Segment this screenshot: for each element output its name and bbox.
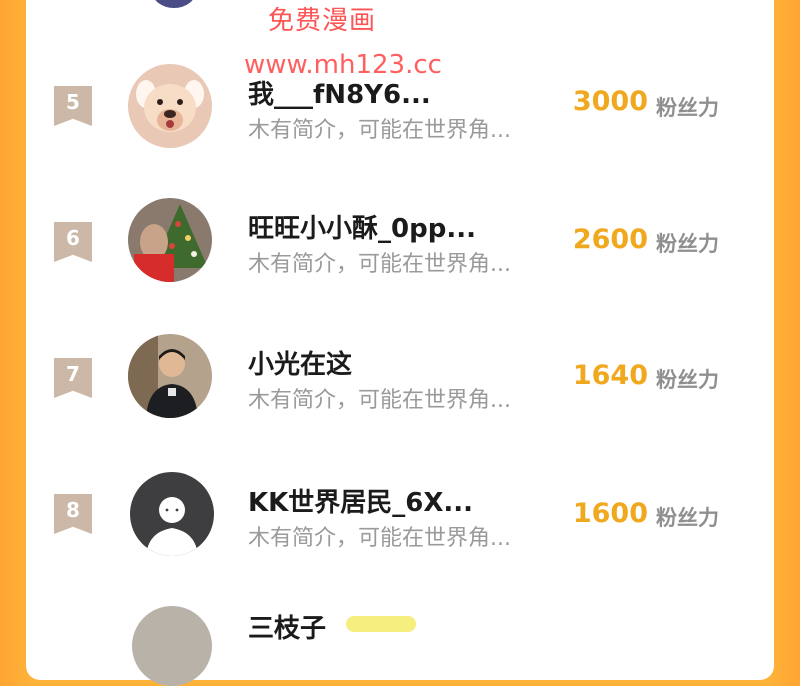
- fan-count: 1640: [572, 360, 648, 391]
- user-bio: 木有简介，可能在世界角...: [248, 526, 511, 551]
- rank-badge: 5: [54, 86, 92, 126]
- default-avatar[interactable]: [130, 472, 214, 556]
- rank-badge: 6: [54, 222, 92, 262]
- christmas-avatar[interactable]: [128, 198, 212, 282]
- ranking-row[interactable]: 8 KK世界居民_6X... 木有简介，可能在世界角... 1600 粉丝力: [0, 460, 800, 570]
- user-name[interactable]: 旺旺小小酥_0pp...: [248, 208, 476, 245]
- fan-unit-label: 粉丝力: [656, 96, 719, 120]
- rank-badge: 8: [54, 494, 92, 534]
- rank-badge: 7: [54, 358, 92, 398]
- user-bio: 木有简介，可能在世界角...: [248, 388, 511, 413]
- christmas-tree-icon: [128, 198, 212, 282]
- user-name[interactable]: KK世界居民_6X...: [248, 482, 473, 519]
- fan-count: 2600: [572, 224, 648, 255]
- fan-unit-label: 粉丝力: [656, 506, 719, 530]
- user-name[interactable]: 三枝子: [248, 608, 326, 645]
- ranking-row[interactable]: 7 小光在这 木有简介，可能在世界角... 1640 粉丝力: [0, 324, 800, 434]
- dog-avatar-icon: [128, 64, 212, 148]
- user-name[interactable]: 我___fN8Y6...: [248, 74, 431, 111]
- user-bio: 木有简介，可能在世界角...: [248, 118, 511, 143]
- user-name[interactable]: 小光在这: [248, 344, 352, 381]
- dog-avatar[interactable]: [128, 64, 212, 148]
- fan-count: 3000: [572, 86, 648, 117]
- fan-unit-label: 粉丝力: [656, 232, 719, 256]
- default-user-icon: [130, 472, 214, 556]
- avatar[interactable]: [132, 606, 212, 686]
- person-photo-icon: [128, 334, 212, 418]
- ranking-row[interactable]: 5 我___fN8Y6... 木有简介，可能在世界角... 3000 粉丝力: [0, 50, 800, 160]
- user-bio: 木有简介，可能在世界角...: [248, 252, 511, 277]
- fan-count: 1600: [572, 498, 648, 529]
- person-photo-avatar[interactable]: [128, 334, 212, 418]
- ranking-row[interactable]: 6 旺旺小小酥_0pp... 木有简介，可能在世界角... 2600 粉丝力: [0, 186, 800, 296]
- status-badge: [346, 616, 416, 632]
- fan-unit-label: 粉丝力: [656, 368, 719, 392]
- watermark-title: 免费漫画: [268, 6, 377, 36]
